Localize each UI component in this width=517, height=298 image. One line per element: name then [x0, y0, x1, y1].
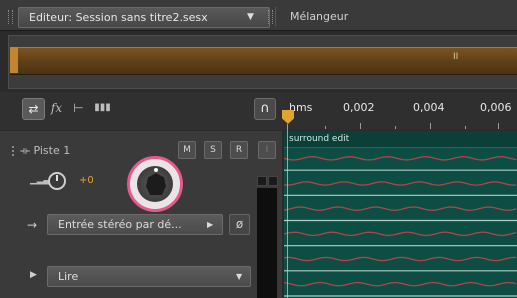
- track-name-label: Piste 1: [33, 144, 71, 157]
- effects-button[interactable]: fx: [46, 98, 67, 118]
- inputs-outputs-button[interactable]: ⇄: [22, 98, 45, 120]
- mute-button[interactable]: M: [178, 141, 196, 159]
- input-select[interactable]: Entrée stéréo par dé... ▶: [47, 214, 223, 235]
- headphone-icon[interactable]: ∩: [254, 98, 276, 120]
- channel-waveform: [284, 156, 517, 161]
- eq-button[interactable]: ▮▮▮: [92, 98, 113, 118]
- ruler-tick: [498, 123, 499, 129]
- meter-peak-left: [257, 176, 267, 186]
- automation-expand-icon[interactable]: ▶: [30, 270, 37, 280]
- tab-editor[interactable]: Editeur: Session sans titre2.sesx ▼: [18, 7, 270, 28]
- ruler-minor-tick: [325, 126, 326, 129]
- channel-waveform: [284, 231, 517, 237]
- panner-position-dot[interactable]: [154, 168, 158, 172]
- overview-left-handle[interactable]: [10, 47, 18, 73]
- meter-peak-right: [268, 176, 278, 186]
- input-arrow-icon: →: [27, 218, 38, 232]
- record-arm-button[interactable]: R: [230, 141, 248, 159]
- clip-waveform[interactable]: [284, 147, 517, 298]
- input-select-arrow-icon: ▶: [207, 220, 214, 229]
- tab-grip[interactable]: [8, 10, 13, 24]
- clip-label: surround edit: [289, 134, 350, 144]
- automation-mode-label: Lire: [58, 270, 79, 283]
- automation-mode-arrow-icon: ▼: [236, 272, 243, 281]
- tab-grip-mixer[interactable]: [268, 10, 273, 24]
- solo-button[interactable]: S: [204, 141, 222, 159]
- track-grip[interactable]: [12, 146, 18, 156]
- volume-knob[interactable]: [48, 172, 66, 190]
- ruler-tick-label: 0,002: [343, 101, 375, 114]
- clip-header[interactable]: surround edit: [284, 131, 517, 148]
- channel-waveform: [284, 256, 517, 262]
- ruler-tick: [360, 123, 361, 129]
- tab-editor-dropdown-icon[interactable]: ▼: [247, 8, 254, 27]
- phase-invert-button[interactable]: ø: [229, 214, 250, 235]
- channel-waveform: [284, 206, 517, 211]
- input-select-label: Entrée stéréo par dé...: [58, 218, 182, 231]
- sends-button[interactable]: ⊢: [68, 98, 89, 118]
- level-meter: [257, 188, 277, 298]
- tab-mixer-label: Mélangeur: [290, 10, 349, 23]
- automation-mode-select[interactable]: Lire ▼: [47, 266, 251, 287]
- playhead-line: [287, 124, 288, 298]
- track-name[interactable]: ⟛ Piste 1: [20, 144, 70, 158]
- surround-track-icon: ⟛: [20, 144, 30, 157]
- channel-waveform: [284, 181, 517, 186]
- tab-editor-label: Editeur: Session sans titre2.sesx: [29, 11, 208, 24]
- ruler-tick-label: 0,004: [413, 101, 445, 114]
- tab-mixer[interactable]: Mélangeur: [275, 7, 408, 26]
- overview-zoom-bar[interactable]: [10, 47, 517, 75]
- overview-handle-icon[interactable]: II: [453, 52, 458, 62]
- ruler-tick-label: 0,006: [480, 101, 512, 114]
- volume-value[interactable]: +0: [79, 175, 94, 186]
- channel-waveform: [284, 281, 517, 287]
- ruler-minor-tick: [465, 126, 466, 129]
- monitor-input-button[interactable]: I: [258, 141, 276, 159]
- ruler-minor-tick: [395, 126, 396, 129]
- ruler-tick: [430, 123, 431, 129]
